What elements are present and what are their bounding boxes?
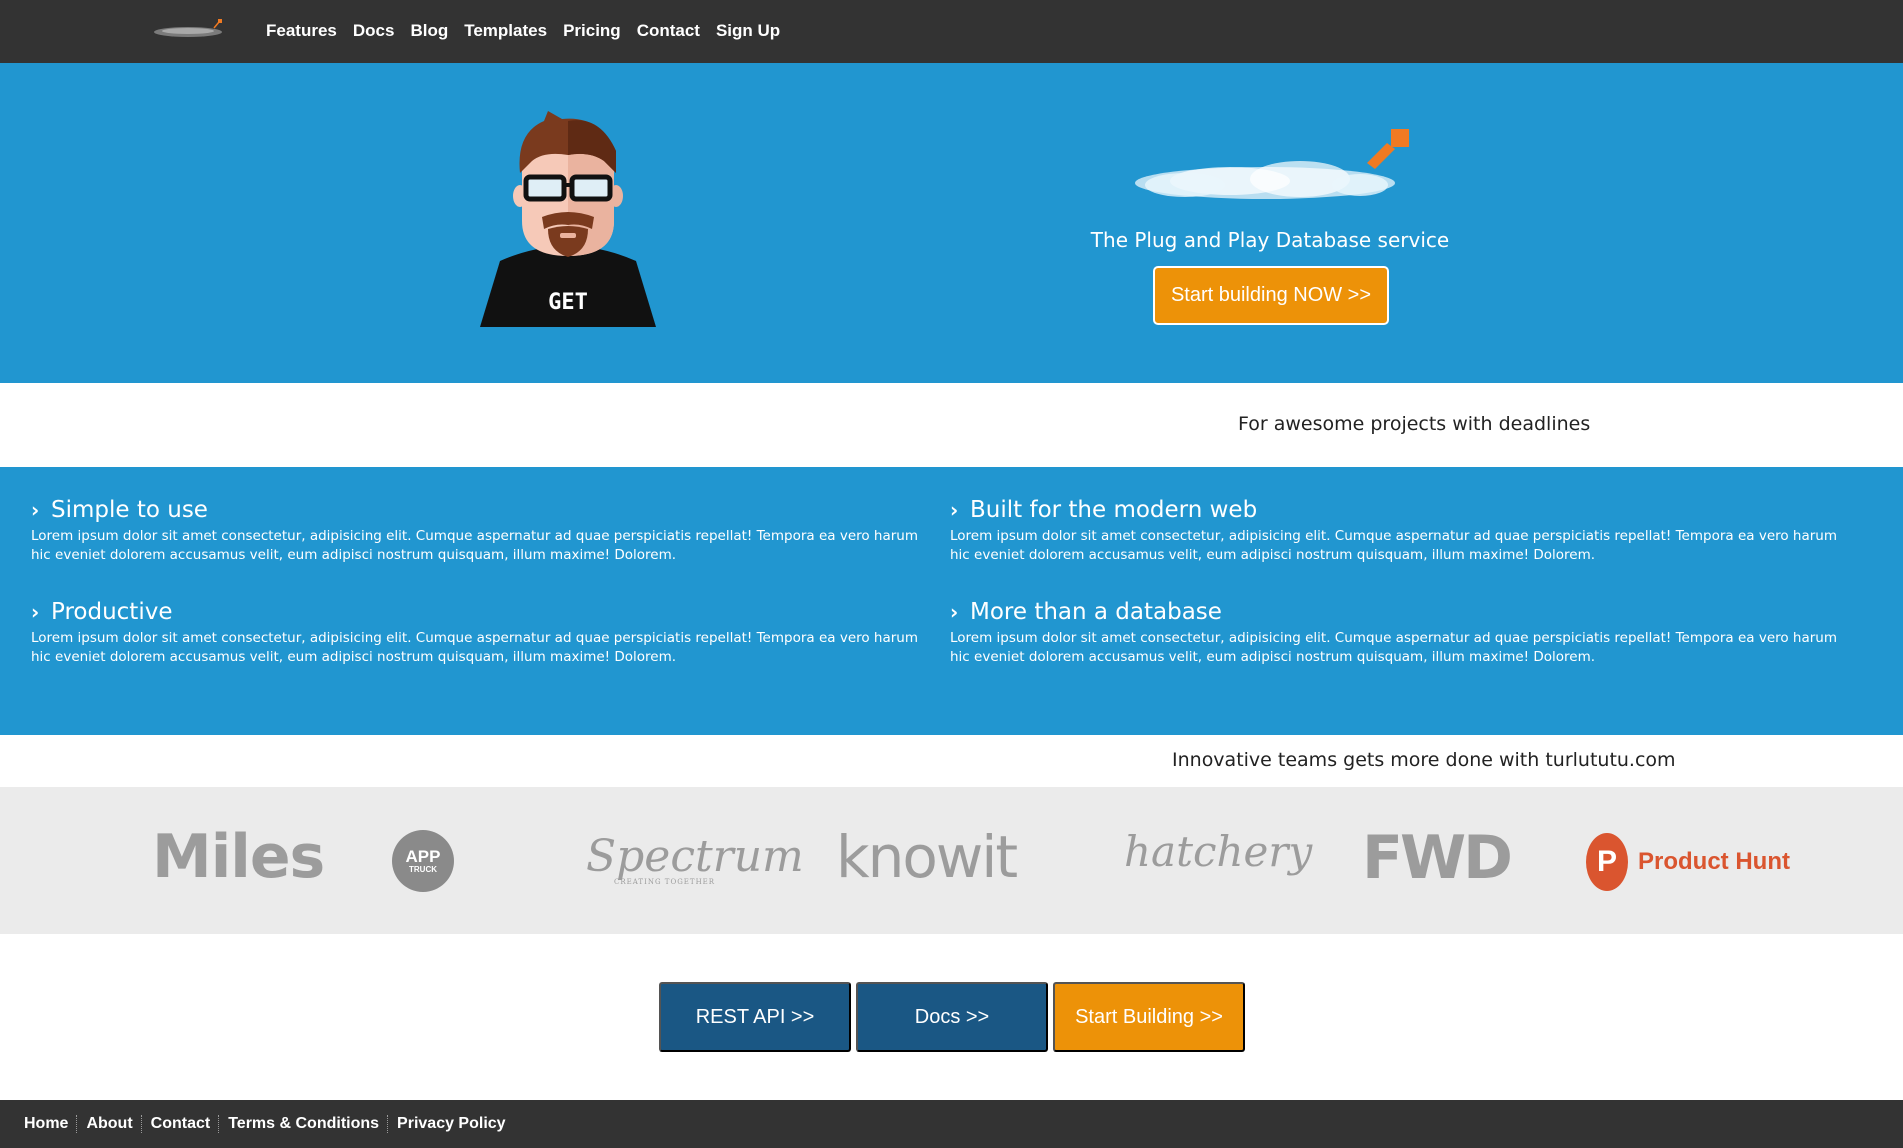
hero-tagline: The Plug and Play Database service	[1090, 228, 1450, 252]
feature-heading: › Built for the modern web	[950, 497, 1860, 523]
bottom-button-row: REST API >> Docs >> Start Building >>	[659, 982, 1245, 1052]
feature-title: Productive	[51, 599, 173, 625]
nav-link-blog[interactable]: Blog	[410, 21, 448, 40]
nav-link-features[interactable]: Features	[266, 21, 337, 40]
site-logo-icon[interactable]	[152, 16, 232, 44]
features-section: › Simple to use Lorem ipsum dolor sit ame…	[0, 467, 1903, 735]
start-building-now-button[interactable]: Start building NOW >>	[1153, 266, 1389, 325]
feature-heading: › More than a database	[950, 599, 1860, 625]
app-truck-logo: APP TRUCK	[392, 830, 454, 892]
chevron-right-icon: ›	[950, 498, 959, 522]
hero-section: GET The Plug and Play Database service S…	[0, 63, 1903, 383]
chevron-right-icon: ›	[950, 600, 959, 624]
fwd-logo: FWD	[1362, 823, 1513, 893]
app-truck-logo-subtext: TRUCK	[409, 864, 437, 874]
nav-link-sign-up[interactable]: Sign Up	[716, 21, 780, 40]
feature-description: Lorem ipsum dolor sit amet consectetur, …	[31, 630, 919, 665]
feature-title: More than a database	[970, 599, 1222, 625]
nav-menu: Features Docs Blog Templates Pricing Con…	[266, 21, 780, 41]
footer-link-terms[interactable]: Terms & Conditions	[228, 1115, 379, 1133]
feature-built-for-modern-web: › Built for the modern web Lorem ipsum do…	[950, 497, 1860, 565]
client-logos-strip: Miles APP TRUCK Spectrum CREATING TOGETH…	[0, 787, 1903, 934]
feature-simple-to-use: › Simple to use Lorem ipsum dolor sit ame…	[31, 497, 941, 565]
spectrum-logo-text: Spectrum	[586, 831, 804, 882]
feature-description: Lorem ipsum dolor sit amet consectetur, …	[950, 528, 1838, 563]
teams-text: Innovative teams gets more done with tur…	[1172, 749, 1676, 771]
footer-link-about[interactable]: About	[86, 1115, 132, 1133]
knowit-logo: knowit	[836, 823, 1018, 891]
product-hunt-logo: P Product Hunt	[1586, 833, 1790, 891]
subtitle-text: For awesome projects with deadlines	[1238, 413, 1591, 435]
feature-description: Lorem ipsum dolor sit amet consectetur, …	[950, 630, 1838, 665]
nav-link-docs[interactable]: Docs	[353, 21, 395, 40]
developer-avatar-illustration: GET	[480, 111, 656, 327]
hatchery-logo: hatchery	[1124, 827, 1313, 876]
nav-link-pricing[interactable]: Pricing	[563, 21, 621, 40]
top-navbar: Features Docs Blog Templates Pricing Con…	[0, 0, 1903, 63]
footer-links: Home About Contact Terms & Conditions Pr…	[24, 1115, 506, 1133]
footer-link-home[interactable]: Home	[24, 1115, 68, 1133]
footer-link-contact[interactable]: Contact	[151, 1115, 211, 1133]
teams-band: Innovative teams gets more done with tur…	[0, 735, 1903, 787]
footer-link-privacy[interactable]: Privacy Policy	[397, 1115, 506, 1133]
product-hunt-logo-text: Product Hunt	[1638, 848, 1790, 875]
subtitle-band: For awesome projects with deadlines	[0, 383, 1903, 467]
avatar-shirt-text: GET	[548, 290, 588, 315]
feature-productive: › Productive Lorem ipsum dolor sit amet c…	[31, 599, 941, 667]
spectrum-logo: Spectrum CREATING TOGETHER	[586, 831, 804, 886]
miles-logo: Miles	[152, 822, 325, 892]
footer: Home About Contact Terms & Conditions Pr…	[0, 1100, 1903, 1148]
feature-title: Built for the modern web	[970, 497, 1258, 523]
feature-heading: › Productive	[31, 599, 941, 625]
brand-logo-icon	[1135, 129, 1409, 199]
nav-link-templates[interactable]: Templates	[464, 21, 547, 40]
feature-heading: › Simple to use	[31, 497, 941, 523]
nav-link-contact[interactable]: Contact	[637, 21, 700, 40]
start-building-button[interactable]: Start Building >>	[1053, 982, 1245, 1052]
rest-api-button[interactable]: REST API >>	[659, 982, 851, 1052]
feature-title: Simple to use	[51, 497, 208, 523]
spectrum-logo-subtext: CREATING TOGETHER	[614, 878, 716, 886]
product-hunt-icon: P	[1586, 833, 1628, 891]
chevron-right-icon: ›	[31, 498, 40, 522]
app-truck-logo-text: APP	[405, 846, 441, 866]
feature-more-than-a-database: › More than a database Lorem ipsum dolor …	[950, 599, 1860, 667]
feature-description: Lorem ipsum dolor sit amet consectetur, …	[31, 528, 919, 563]
chevron-right-icon: ›	[31, 600, 40, 624]
docs-button[interactable]: Docs >>	[856, 982, 1048, 1052]
